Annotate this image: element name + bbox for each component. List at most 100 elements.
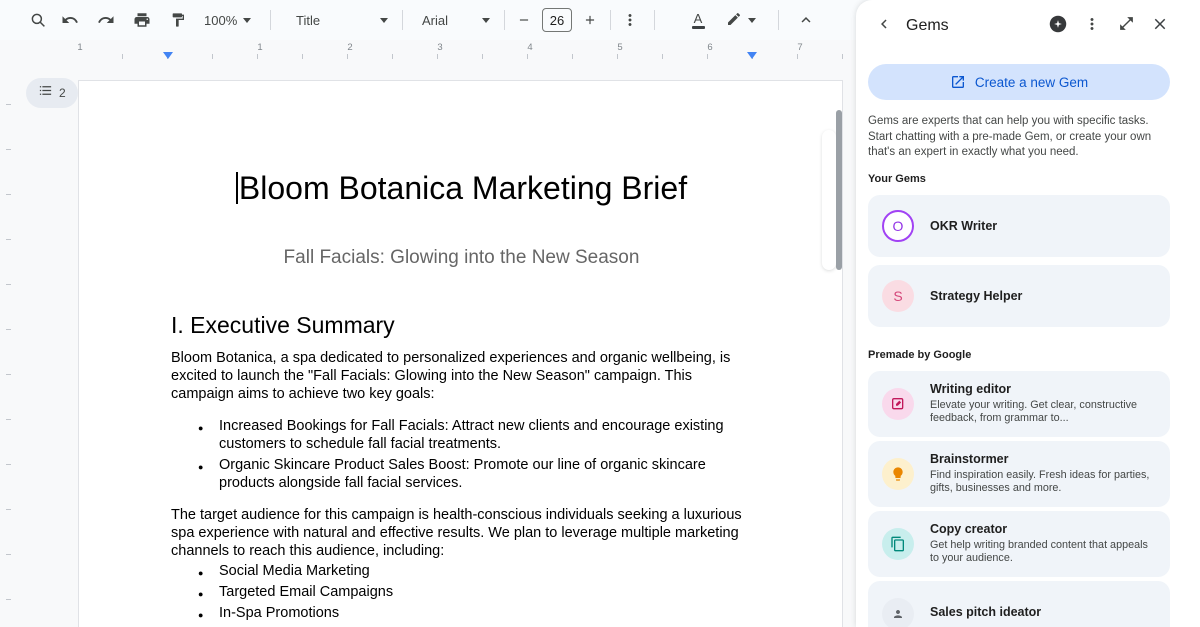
gem-description: Get help writing branded content that ap… xyxy=(930,539,1156,566)
gem-item-writing-editor[interactable]: Writing editor Elevate your writing. Get… xyxy=(868,371,1170,437)
create-gem-label: Create a new Gem xyxy=(975,75,1088,90)
outline-button[interactable]: 2 xyxy=(26,78,78,108)
section-heading[interactable]: I. Executive Summary xyxy=(171,310,752,340)
app-root: { "toolbar": { "zoom_value": "100%", "st… xyxy=(0,0,1200,627)
bullet-item[interactable]: Increased Bookings for Fall Facials: Att… xyxy=(219,417,752,453)
bullet-item[interactable]: Social Media Marketing xyxy=(219,562,752,580)
scrollbar-thumb[interactable] xyxy=(836,110,842,270)
scrollbar-track[interactable] xyxy=(822,130,836,270)
ruler-number: 5 xyxy=(615,42,625,53)
ruler-number: 4 xyxy=(525,42,535,53)
gem-item-brainstormer[interactable]: Brainstormer Find inspiration easily. Fr… xyxy=(868,441,1170,507)
document-subtitle[interactable]: Fall Facials: Glowing into the New Seaso… xyxy=(171,245,752,270)
toolbar-divider xyxy=(778,10,779,30)
bullet-item[interactable]: In-Spa Promotions xyxy=(219,604,752,622)
redo-button[interactable] xyxy=(92,6,120,34)
outline-icon xyxy=(38,83,53,103)
more-options-button[interactable] xyxy=(616,6,644,34)
horizontal-ruler[interactable]: 1 1 2 3 4 5 6 7 xyxy=(0,40,856,60)
kebab-icon xyxy=(1083,15,1101,38)
zoom-value: 100% xyxy=(204,13,237,28)
bullet-item[interactable]: Organic Skincare Product Sales Boost: Pr… xyxy=(219,456,752,492)
panel-title: Gems xyxy=(906,17,949,35)
ruler-number: 1 xyxy=(75,42,85,53)
gem-item-okr-writer[interactable]: O OKR Writer xyxy=(868,195,1170,257)
gem-name: Strategy Helper xyxy=(930,289,1022,303)
gem-description: Elevate your writing. Get clear, constru… xyxy=(930,399,1156,426)
document-title[interactable]: Bloom Botanica Marketing Brief xyxy=(171,167,752,209)
font-size-input[interactable]: 26 xyxy=(542,8,572,32)
gems-logo-button[interactable] xyxy=(1044,12,1072,40)
premade-label: Premade by Google xyxy=(868,349,1170,361)
paint-format-button[interactable] xyxy=(164,6,192,34)
ruler-number: 7 xyxy=(795,42,805,53)
gems-logo-icon xyxy=(1047,13,1069,40)
gem-name: Copy creator xyxy=(930,522,1156,536)
redo-icon xyxy=(97,11,115,29)
toolbar-divider xyxy=(504,10,505,30)
vertical-ruler xyxy=(6,60,11,627)
print-button[interactable] xyxy=(128,6,156,34)
sidebar-header: Gems xyxy=(856,0,1200,52)
tab-count: 2 xyxy=(59,86,66,100)
document-canvas: 1 1 2 3 4 5 6 7 2 Bloom Botanica Marketi… xyxy=(0,40,856,627)
gem-avatar: S xyxy=(882,280,914,312)
undo-button[interactable] xyxy=(56,6,84,34)
chevron-down-icon xyxy=(482,18,490,23)
ruler-number: 3 xyxy=(435,42,445,53)
pen-icon xyxy=(726,11,742,30)
gem-name: Brainstormer xyxy=(930,452,1156,466)
hide-menus-button[interactable] xyxy=(792,6,820,34)
create-gem-button[interactable]: Create a new Gem xyxy=(868,64,1170,100)
highlight-color-dropdown[interactable] xyxy=(720,6,762,34)
chevron-down-icon xyxy=(380,18,388,23)
zoom-dropdown[interactable]: 100% xyxy=(198,6,257,34)
toolbar-divider xyxy=(654,10,655,30)
chevron-up-icon xyxy=(797,11,815,29)
bullet-list: Increased Bookings for Fall Facials: Att… xyxy=(171,417,752,492)
compose-icon xyxy=(882,388,914,420)
ruler-number: 6 xyxy=(705,42,715,53)
back-button[interactable] xyxy=(870,12,898,40)
ruler-number: 2 xyxy=(345,42,355,53)
gems-sidebar: Gems Create a new Gem Gems are experts t… xyxy=(856,0,1200,627)
font-value: Arial xyxy=(416,13,448,28)
font-dropdown[interactable]: Arial xyxy=(410,6,496,34)
text-color-icon: A xyxy=(692,12,705,29)
your-gems-label: Your Gems xyxy=(868,173,1170,185)
close-panel-button[interactable] xyxy=(1146,12,1174,40)
expand-panel-button[interactable] xyxy=(1112,12,1140,40)
gem-name: Sales pitch ideator xyxy=(930,605,1041,619)
style-value: Title xyxy=(288,13,320,28)
right-indent-marker[interactable] xyxy=(747,52,757,59)
toolbar-divider xyxy=(610,10,611,30)
ruler-number: 1 xyxy=(255,42,265,53)
gem-avatar: O xyxy=(882,210,914,242)
paragraph-style-dropdown[interactable]: Title xyxy=(282,6,394,34)
text-color-button[interactable]: A xyxy=(684,6,712,34)
gem-item-copy-creator[interactable]: Copy creator Get help writing branded co… xyxy=(868,511,1170,577)
paragraph[interactable]: The target audience for this campaign is… xyxy=(171,506,752,560)
chevron-left-icon xyxy=(875,15,893,38)
paint-format-icon xyxy=(170,12,186,28)
paragraph[interactable]: Bloom Botanica, a spa dedicated to perso… xyxy=(171,349,752,403)
copy-icon xyxy=(882,528,914,560)
undo-icon xyxy=(61,11,79,29)
gem-item-sales-pitch-ideator[interactable]: Sales pitch ideator xyxy=(868,581,1170,627)
left-indent-marker[interactable] xyxy=(163,52,173,59)
document-page[interactable]: Bloom Botanica Marketing Brief Fall Faci… xyxy=(78,80,843,627)
decrease-font-size-button[interactable] xyxy=(510,6,538,34)
sidebar-content: Create a new Gem Gems are experts that c… xyxy=(856,64,1200,627)
person-icon xyxy=(882,598,914,627)
chevron-down-icon xyxy=(243,18,251,23)
gems-description: Gems are experts that can help you with … xyxy=(868,114,1170,161)
bullet-item[interactable]: Targeted Email Campaigns xyxy=(219,583,752,601)
chevron-down-icon xyxy=(748,18,756,23)
search-button[interactable] xyxy=(24,6,52,34)
increase-font-size-button[interactable] xyxy=(576,6,604,34)
lightbulb-icon xyxy=(882,458,914,490)
kebab-icon xyxy=(621,11,639,29)
text-cursor xyxy=(236,172,238,204)
panel-menu-button[interactable] xyxy=(1078,12,1106,40)
gem-item-strategy-helper[interactable]: S Strategy Helper xyxy=(868,265,1170,327)
